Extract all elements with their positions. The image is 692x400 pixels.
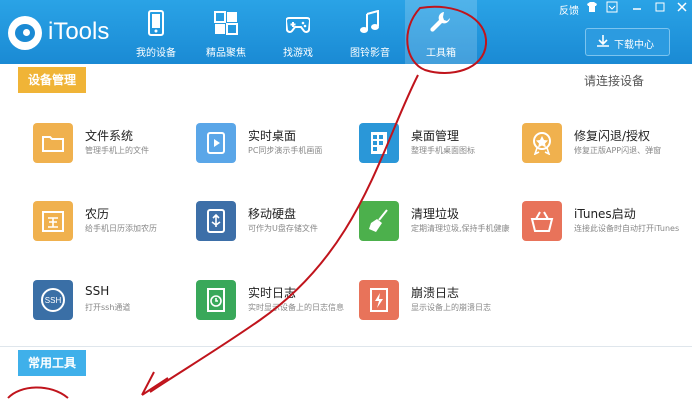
annotation-arrow-line — [149, 74, 419, 393]
annotation-circle — [406, 5, 488, 74]
annotation-partial-circle — [7, 386, 69, 399]
red-annotation-overlay — [7, 5, 488, 399]
